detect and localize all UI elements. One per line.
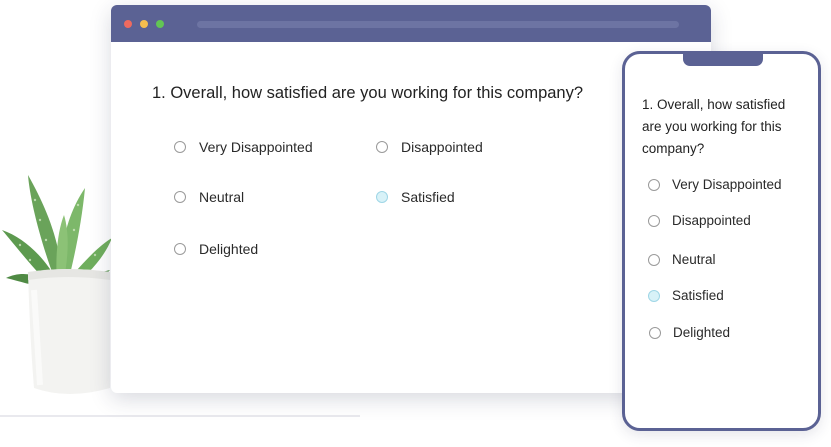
radio-button[interactable]	[648, 253, 660, 266]
minimize-window-dot-icon[interactable]	[140, 20, 148, 28]
desktop-option-delighted[interactable]: Delighted	[174, 241, 258, 257]
option-label: Satisfied	[401, 189, 455, 205]
option-label: Very Disappointed	[672, 177, 782, 192]
option-label: Satisfied	[672, 288, 724, 303]
radio-button[interactable]	[648, 178, 660, 191]
radio-button[interactable]	[174, 141, 186, 153]
desktop-browser-window: 1. Overall, how satisfied are you workin…	[111, 5, 711, 393]
maximize-window-dot-icon[interactable]	[156, 20, 164, 28]
mobile-option-disappointed[interactable]: Disappointed	[648, 213, 751, 228]
option-label: Neutral	[199, 189, 245, 205]
option-label: Disappointed	[672, 213, 751, 228]
radio-button[interactable]	[174, 243, 186, 255]
mobile-question-title: 1. Overall, how satisfied are you workin…	[642, 97, 786, 156]
mobile-option-delighted[interactable]: Delighted	[649, 325, 730, 340]
mobile-option-very-disappointed[interactable]: Very Disappointed	[648, 177, 782, 192]
survey-preview-scene: 1. Overall, how satisfied are you workin…	[0, 0, 831, 447]
floor-line	[0, 415, 360, 417]
radio-button[interactable]	[648, 214, 660, 227]
mobile-phone-frame: 1. Overall, how satisfied are you workin…	[622, 51, 821, 431]
radio-button[interactable]	[649, 326, 661, 339]
desktop-option-neutral[interactable]: Neutral	[174, 189, 244, 205]
option-label: Delighted	[673, 325, 731, 340]
mobile-option-neutral[interactable]: Neutral	[648, 252, 716, 267]
close-window-dot-icon[interactable]	[124, 20, 132, 28]
radio-button[interactable]	[376, 141, 388, 153]
phone-notch	[683, 51, 763, 66]
address-bar[interactable]	[197, 21, 679, 28]
desktop-option-disappointed[interactable]: Disappointed	[376, 139, 483, 155]
radio-button-selected[interactable]	[648, 289, 660, 302]
radio-button-selected[interactable]	[376, 191, 388, 203]
option-label: Very Disappointed	[199, 139, 313, 155]
desktop-question-title: 1. Overall, how satisfied are you workin…	[152, 84, 584, 102]
option-label: Disappointed	[401, 139, 483, 155]
desktop-option-satisfied[interactable]: Satisfied	[376, 189, 455, 205]
option-label: Delighted	[199, 241, 259, 257]
browser-title-bar	[111, 5, 711, 42]
option-label: Neutral	[672, 252, 716, 267]
radio-button[interactable]	[174, 191, 186, 203]
desktop-option-very-disappointed[interactable]: Very Disappointed	[174, 139, 313, 155]
mobile-option-satisfied[interactable]: Satisfied	[648, 288, 724, 303]
